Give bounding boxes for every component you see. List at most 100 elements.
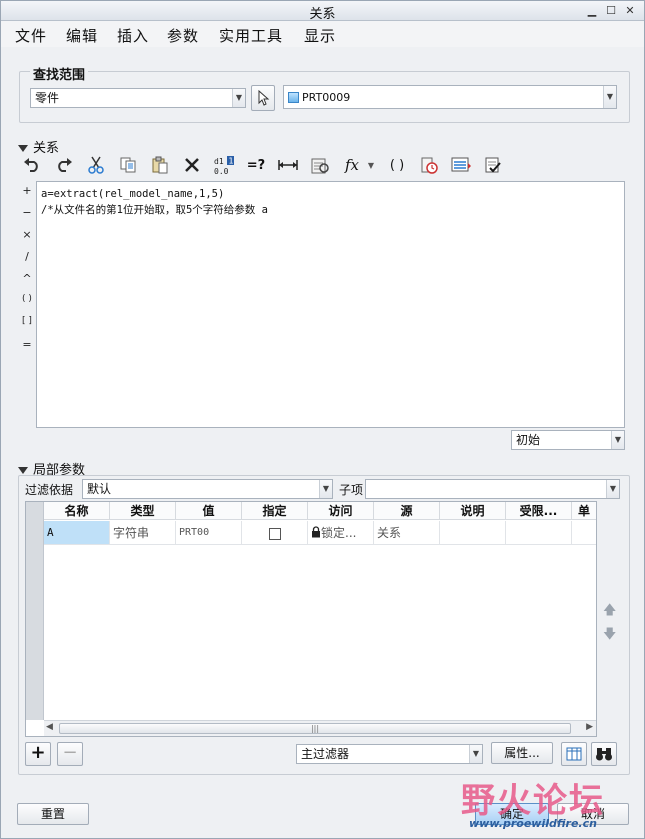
sort-icon[interactable] [450, 154, 472, 176]
operator-plus[interactable]: + [20, 184, 34, 197]
part-icon [288, 92, 299, 103]
units-select[interactable]: 初始 ▼ [511, 430, 625, 450]
check-icon[interactable] [482, 154, 504, 176]
horizontal-scrollbar[interactable]: ◀ ||| ▶ [44, 720, 596, 736]
cell-value[interactable]: PRT00 [176, 521, 242, 545]
evaluate-icon[interactable]: d1 0.0 1 [213, 154, 235, 176]
chevron-down-icon: ▼ [319, 480, 332, 498]
operator-parentheses[interactable]: ( ) [20, 294, 34, 304]
model-select-value: PRT0009 [302, 91, 351, 104]
menu-file[interactable]: 文件 [15, 25, 47, 46]
column-header-access[interactable]: 访问 [308, 502, 374, 520]
svg-text:1: 1 [229, 157, 234, 166]
add-parameter-button[interactable]: + [25, 742, 51, 766]
operator-power[interactable]: ^ [20, 272, 34, 285]
watermark-logo: 野火论坛 [461, 781, 605, 821]
collapse-triangle-icon [18, 145, 28, 152]
redo-icon[interactable] [53, 154, 75, 176]
menu-parameters[interactable]: 参数 [167, 25, 199, 46]
model-select[interactable]: PRT0009 ▼ [283, 85, 617, 109]
column-header-value[interactable]: 值 [176, 502, 242, 520]
sub-items-select[interactable]: ▼ [365, 479, 620, 499]
cell-type[interactable]: 字符串 [110, 521, 176, 545]
title-bar: 关系 ▁ ☐ ✕ [1, 1, 644, 22]
dimension-icon[interactable] [277, 154, 299, 176]
chevron-down-icon: ▼ [606, 480, 619, 498]
operator-brackets[interactable]: [ ] [20, 316, 34, 326]
cell-restricted[interactable] [506, 521, 572, 545]
cell-designated[interactable] [242, 521, 308, 545]
cell-unit[interactable] [572, 521, 596, 545]
relations-editor[interactable]: a=extract(rel_model_name,1,5) /*从文件名的第1位… [36, 181, 625, 428]
copy-icon[interactable] [117, 154, 139, 176]
column-header-source[interactable]: 源 [374, 502, 440, 520]
brackets-icon[interactable]: ( ) [386, 154, 408, 176]
scope-select[interactable]: 零件 ▼ [30, 88, 246, 108]
close-icon[interactable]: ✕ [623, 4, 637, 18]
cell-access[interactable]: 锁定... [308, 521, 374, 545]
parameter-icon[interactable] [309, 154, 331, 176]
select-model-button[interactable] [251, 85, 275, 111]
paste-icon[interactable] [149, 154, 171, 176]
maximize-icon[interactable]: ☐ [604, 4, 618, 18]
collapse-triangle-icon [18, 467, 28, 474]
filter-select[interactable]: 默认 ▼ [82, 479, 333, 499]
relation-line: /*从文件名的第1位开始取，取5个字符给参数 a [41, 204, 268, 216]
column-header-description[interactable]: 说明 [440, 502, 506, 520]
column-header-restricted[interactable]: 受限... [506, 502, 572, 520]
table-view-button[interactable] [561, 742, 587, 766]
designated-checkbox[interactable] [268, 527, 281, 540]
cell-source[interactable]: 关系 [374, 521, 440, 545]
lock-icon [312, 526, 320, 538]
window-title: 关系 [309, 7, 336, 22]
row-header-column [26, 502, 44, 720]
operator-minus[interactable]: − [20, 206, 34, 219]
menu-display[interactable]: 显示 [304, 25, 336, 46]
column-header-unit[interactable]: 单 [572, 502, 596, 520]
find-button[interactable] [591, 742, 617, 766]
svg-text:0.0: 0.0 [214, 167, 229, 175]
scroll-left-icon[interactable]: ◀ [46, 722, 53, 732]
column-header-type[interactable]: 类型 [110, 502, 176, 520]
delete-icon[interactable] [181, 154, 203, 176]
plus-icon: + [30, 742, 46, 763]
menu-utilities[interactable]: 实用工具 [219, 25, 283, 46]
column-header-designated[interactable]: 指定 [242, 502, 308, 520]
cell-description[interactable] [440, 521, 506, 545]
equals-question-icon[interactable]: =? [245, 154, 267, 176]
main-filter-select[interactable]: 主过滤器 ▼ [296, 744, 483, 764]
menu-insert[interactable]: 插入 [117, 25, 149, 46]
remove-parameter-button[interactable]: − [57, 742, 83, 766]
verify-icon[interactable] [418, 154, 440, 176]
minus-icon: − [62, 742, 78, 763]
column-header-name[interactable]: 名称 [44, 502, 110, 520]
properties-button[interactable]: 属性... [491, 742, 553, 764]
menu-edit[interactable]: 编辑 [66, 25, 98, 46]
function-icon[interactable]: fx [341, 154, 363, 176]
chevron-down-icon: ▼ [469, 745, 482, 763]
main-filter-value: 主过滤器 [301, 747, 350, 761]
watermark-url: www.proewildfire.cn [469, 817, 597, 830]
operator-equals[interactable]: = [20, 338, 34, 351]
menu-bar: 文件 编辑 插入 参数 实用工具 显示 [1, 21, 644, 47]
svg-text:d1: d1 [214, 157, 224, 166]
binoculars-icon [596, 748, 612, 761]
chevron-down-icon[interactable]: ▼ [364, 154, 378, 176]
scroll-thumb[interactable]: ||| [59, 723, 571, 734]
reset-button[interactable]: 重置 [17, 803, 89, 825]
chevron-down-icon: ▼ [611, 431, 624, 449]
undo-icon[interactable] [21, 154, 43, 176]
cell-name[interactable]: A [44, 521, 110, 545]
pointer-icon [258, 89, 270, 106]
filter-label: 过滤依据 [25, 483, 74, 497]
relation-line: a=extract(rel_model_name,1,5) [41, 188, 225, 200]
operator-multiply[interactable]: × [20, 228, 34, 241]
minimize-icon[interactable]: ▁ [585, 4, 599, 18]
move-down-icon[interactable]: 🡇 [603, 625, 616, 647]
cut-icon[interactable] [85, 154, 107, 176]
scroll-right-icon[interactable]: ▶ [586, 722, 593, 732]
units-select-value: 初始 [516, 433, 541, 447]
chevron-down-icon: ▼ [232, 89, 245, 107]
operator-divide[interactable]: / [20, 250, 34, 263]
move-up-icon[interactable]: 🡅 [603, 601, 616, 623]
